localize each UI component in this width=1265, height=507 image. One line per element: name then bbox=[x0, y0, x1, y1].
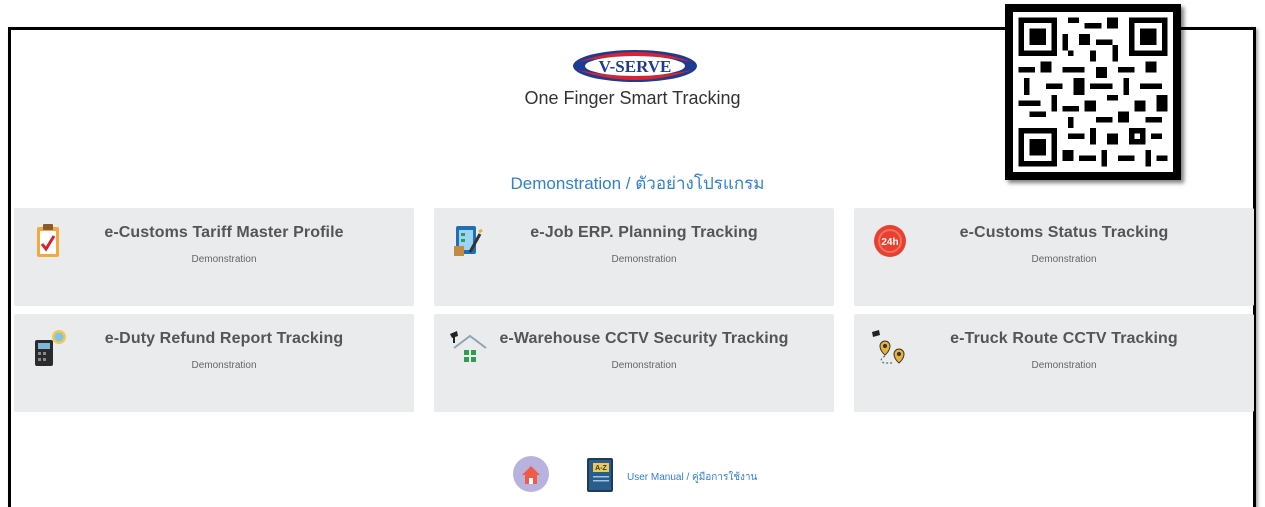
qr-code-pattern bbox=[1013, 12, 1173, 172]
card-title: e-Warehouse CCTV Security Tracking bbox=[499, 330, 789, 347]
card-erp-planning[interactable]: e-Job ERP. Planning Tracking Demonstrati… bbox=[434, 208, 834, 306]
card-subtitle: Demonstration bbox=[611, 360, 677, 371]
card-warehouse-cctv[interactable]: e-Warehouse CCTV Security Tracking Demon… bbox=[434, 314, 834, 412]
svg-text:A-Z: A-Z bbox=[595, 465, 607, 472]
card-subtitle: Demonstration bbox=[611, 254, 677, 265]
card-truck-route[interactable]: e-Truck Route CCTV Tracking Demonstratio… bbox=[854, 314, 1254, 412]
card-customs-tariff[interactable]: e-Customs Tariff Master Profile Demonstr… bbox=[14, 208, 414, 306]
home-icon[interactable] bbox=[512, 455, 550, 493]
logo-text: V-SERVE bbox=[599, 57, 672, 76]
card-title: e-Duty Refund Report Tracking bbox=[104, 330, 344, 347]
card-duty-refund[interactable]: e-Duty Refund Report Tracking Demonstrat… bbox=[14, 314, 414, 412]
user-manual-link[interactable]: User Manual / คู่มือการใช้งาน bbox=[627, 470, 757, 485]
card-customs-status[interactable]: 24h e-Customs Status Tracking Demonstrat… bbox=[854, 208, 1254, 306]
card-title: e-Customs Tariff Master Profile bbox=[104, 224, 344, 241]
card-subtitle: Demonstration bbox=[1031, 360, 1097, 371]
user-manual-icon[interactable]: A-Z bbox=[585, 456, 617, 494]
card-title: e-Job ERP. Planning Tracking bbox=[530, 224, 758, 241]
card-title: e-Customs Status Tracking bbox=[959, 224, 1169, 241]
card-subtitle: Demonstration bbox=[191, 360, 257, 371]
card-subtitle: Demonstration bbox=[1031, 254, 1097, 265]
card-title: e-Truck Route CCTV Tracking bbox=[950, 330, 1178, 347]
card-subtitle: Demonstration bbox=[191, 254, 257, 265]
v-serve-logo: V-SERVE bbox=[573, 50, 697, 82]
qr-code bbox=[1005, 4, 1181, 180]
